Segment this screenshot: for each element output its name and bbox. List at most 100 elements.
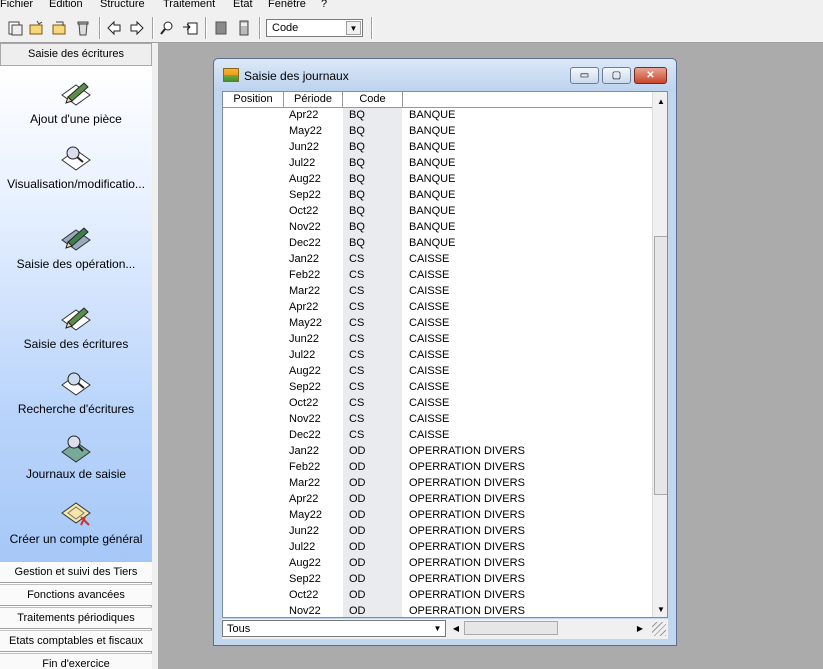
table-row[interactable]: Feb22 CS CAISSE [223,268,652,284]
code-cell: BQ [349,157,365,169]
periode-cell: Apr22 [289,109,319,121]
horizontal-scroll-thumb[interactable] [464,621,558,635]
periode-cell: Jan22 [289,253,319,265]
table-row[interactable]: May22 BQ BANQUE [223,124,652,140]
vertical-scrollbar[interactable]: ▲ ▼ [652,92,667,617]
scroll-right-icon[interactable]: ▶ [632,620,648,637]
table-row[interactable]: Jan22 CS CAISSE [223,252,652,268]
section-fin-exercice[interactable]: Fin d'exercice [0,653,152,669]
column-header-code[interactable]: Code [343,92,403,108]
task-visualisation[interactable]: Visualisation/modificatio... [0,139,152,191]
table-row[interactable]: Nov22 BQ BANQUE [223,220,652,236]
table-row[interactable]: Mar22 CS CAISSE [223,284,652,300]
task-ajout-piece[interactable]: Ajout d'une pièce [0,74,152,126]
task-creer-compte[interactable]: Créer un compte général [0,494,152,546]
section-gestion-tiers[interactable]: Gestion et suivi des Tiers [0,561,152,583]
column-header-periode[interactable]: Période [284,92,343,108]
forward-arrow-icon[interactable] [128,19,146,37]
table-row[interactable]: Nov22 CS CAISSE [223,412,652,428]
table-row[interactable]: Feb22 OD OPERRATION DIVERS [223,460,652,476]
window-title-bar[interactable]: Saisie des journaux ▭ ▢ ✕ [214,59,676,91]
section-fonctions-avancees[interactable]: Fonctions avancées [0,584,152,606]
table-row[interactable]: Jun22 OD OPERRATION DIVERS [223,524,652,540]
table-row[interactable]: Aug22 BQ BANQUE [223,172,652,188]
periode-cell: Apr22 [289,493,319,505]
table-row[interactable]: Sep22 CS CAISSE [223,380,652,396]
filter-select[interactable]: Tous ▼ [222,620,446,637]
calculator-icon[interactable] [235,19,253,37]
table-row[interactable]: Apr22 OD OPERRATION DIVERS [223,492,652,508]
libelle-cell: CAISSE [409,381,450,393]
close-button[interactable]: ✕ [634,67,667,84]
table-row[interactable]: Oct22 OD OPERRATION DIVERS [223,588,652,604]
chevron-down-icon[interactable]: ▼ [431,622,444,635]
table-row[interactable]: Apr22 BQ BANQUE [223,108,652,124]
section-etats-comptables[interactable]: Etats comptables et fiscaux [0,630,152,652]
menu-fenetre[interactable]: Fenêtre [268,0,306,11]
code-select-value: Code [272,22,299,34]
search-icon[interactable] [158,19,176,37]
horizontal-scrollbar[interactable]: ◀ ▶ [448,620,648,637]
table-row[interactable]: Jun22 CS CAISSE [223,332,652,348]
periode-cell: Feb22 [289,269,321,281]
task-saisie-ecritures[interactable]: Saisie des écritures [0,299,152,351]
menu-edition[interactable]: Edition [49,0,83,11]
task-saisie-operations[interactable]: Saisie des opération... [0,219,152,271]
menu-fichier[interactable]: Fichier [0,0,33,11]
table-row[interactable]: Apr22 CS CAISSE [223,300,652,316]
table-row[interactable]: Nov22 OD OPERRATION DIVERS [223,604,652,617]
code-cell: OD [349,605,366,617]
goto-icon[interactable] [181,19,199,37]
table-row[interactable]: Jul22 OD OPERRATION DIVERS [223,540,652,556]
book-icon[interactable] [212,19,230,37]
scroll-down-icon[interactable]: ▼ [653,601,667,617]
table-row[interactable]: May22 OD OPERRATION DIVERS [223,508,652,524]
table-row[interactable]: May22 CS CAISSE [223,316,652,332]
size-grip[interactable] [652,622,666,636]
code-cell: OD [349,589,366,601]
menu-structure[interactable]: Structure [100,0,145,11]
chevron-down-icon[interactable]: ▼ [346,21,361,35]
task-recherche-ecritures[interactable]: Recherche d'écritures [0,364,152,416]
section-traitements-periodiques[interactable]: Traitements périodiques [0,607,152,629]
toolbar: Code ▼ [0,11,823,43]
open-icon[interactable] [50,19,68,37]
table-row[interactable]: Dec22 CS CAISSE [223,428,652,444]
minimize-button[interactable]: ▭ [570,67,599,84]
libelle-cell: OPERRATION DIVERS [409,589,525,601]
maximize-button[interactable]: ▢ [602,67,631,84]
new-folder-icon[interactable] [27,19,45,37]
periode-cell: Jun22 [289,333,319,345]
table-row[interactable]: Dec22 BQ BANQUE [223,236,652,252]
menu-help[interactable]: ? [321,0,327,11]
column-header-libelle[interactable] [403,92,652,108]
window-title: Saisie des journaux [244,69,349,83]
menu-etat[interactable]: Etat [233,0,253,11]
table-row[interactable]: Jan22 OD OPERRATION DIVERS [223,444,652,460]
panel-header[interactable]: Saisie des écritures [0,43,152,66]
table-row[interactable]: Aug22 OD OPERRATION DIVERS [223,556,652,572]
table-row[interactable]: Oct22 BQ BANQUE [223,204,652,220]
code-cell: OD [349,525,366,537]
code-select[interactable]: Code ▼ [266,19,363,37]
vertical-scroll-thumb[interactable] [654,236,667,495]
table-row[interactable]: Jul22 BQ BANQUE [223,156,652,172]
code-cell: OD [349,477,366,489]
scroll-left-icon[interactable]: ◀ [448,620,464,637]
scroll-up-icon[interactable]: ▲ [653,93,667,109]
table-row[interactable]: Sep22 BQ BANQUE [223,188,652,204]
back-arrow-icon[interactable] [105,19,123,37]
code-cell: BQ [349,205,365,217]
menu-traitement[interactable]: Traitement [163,0,215,11]
table-row[interactable]: Oct22 CS CAISSE [223,396,652,412]
table-row[interactable]: Aug22 CS CAISSE [223,364,652,380]
column-header-position[interactable]: Position [223,92,284,108]
table-row[interactable]: Mar22 OD OPERRATION DIVERS [223,476,652,492]
recycle-icon[interactable] [74,19,92,37]
new-doc-icon[interactable] [6,19,24,37]
task-journaux-saisie[interactable]: Journaux de saisie [0,429,152,481]
table-row[interactable]: Sep22 OD OPERRATION DIVERS [223,572,652,588]
table-row[interactable]: Jun22 BQ BANQUE [223,140,652,156]
periode-cell: Sep22 [289,573,321,585]
table-row[interactable]: Jul22 CS CAISSE [223,348,652,364]
